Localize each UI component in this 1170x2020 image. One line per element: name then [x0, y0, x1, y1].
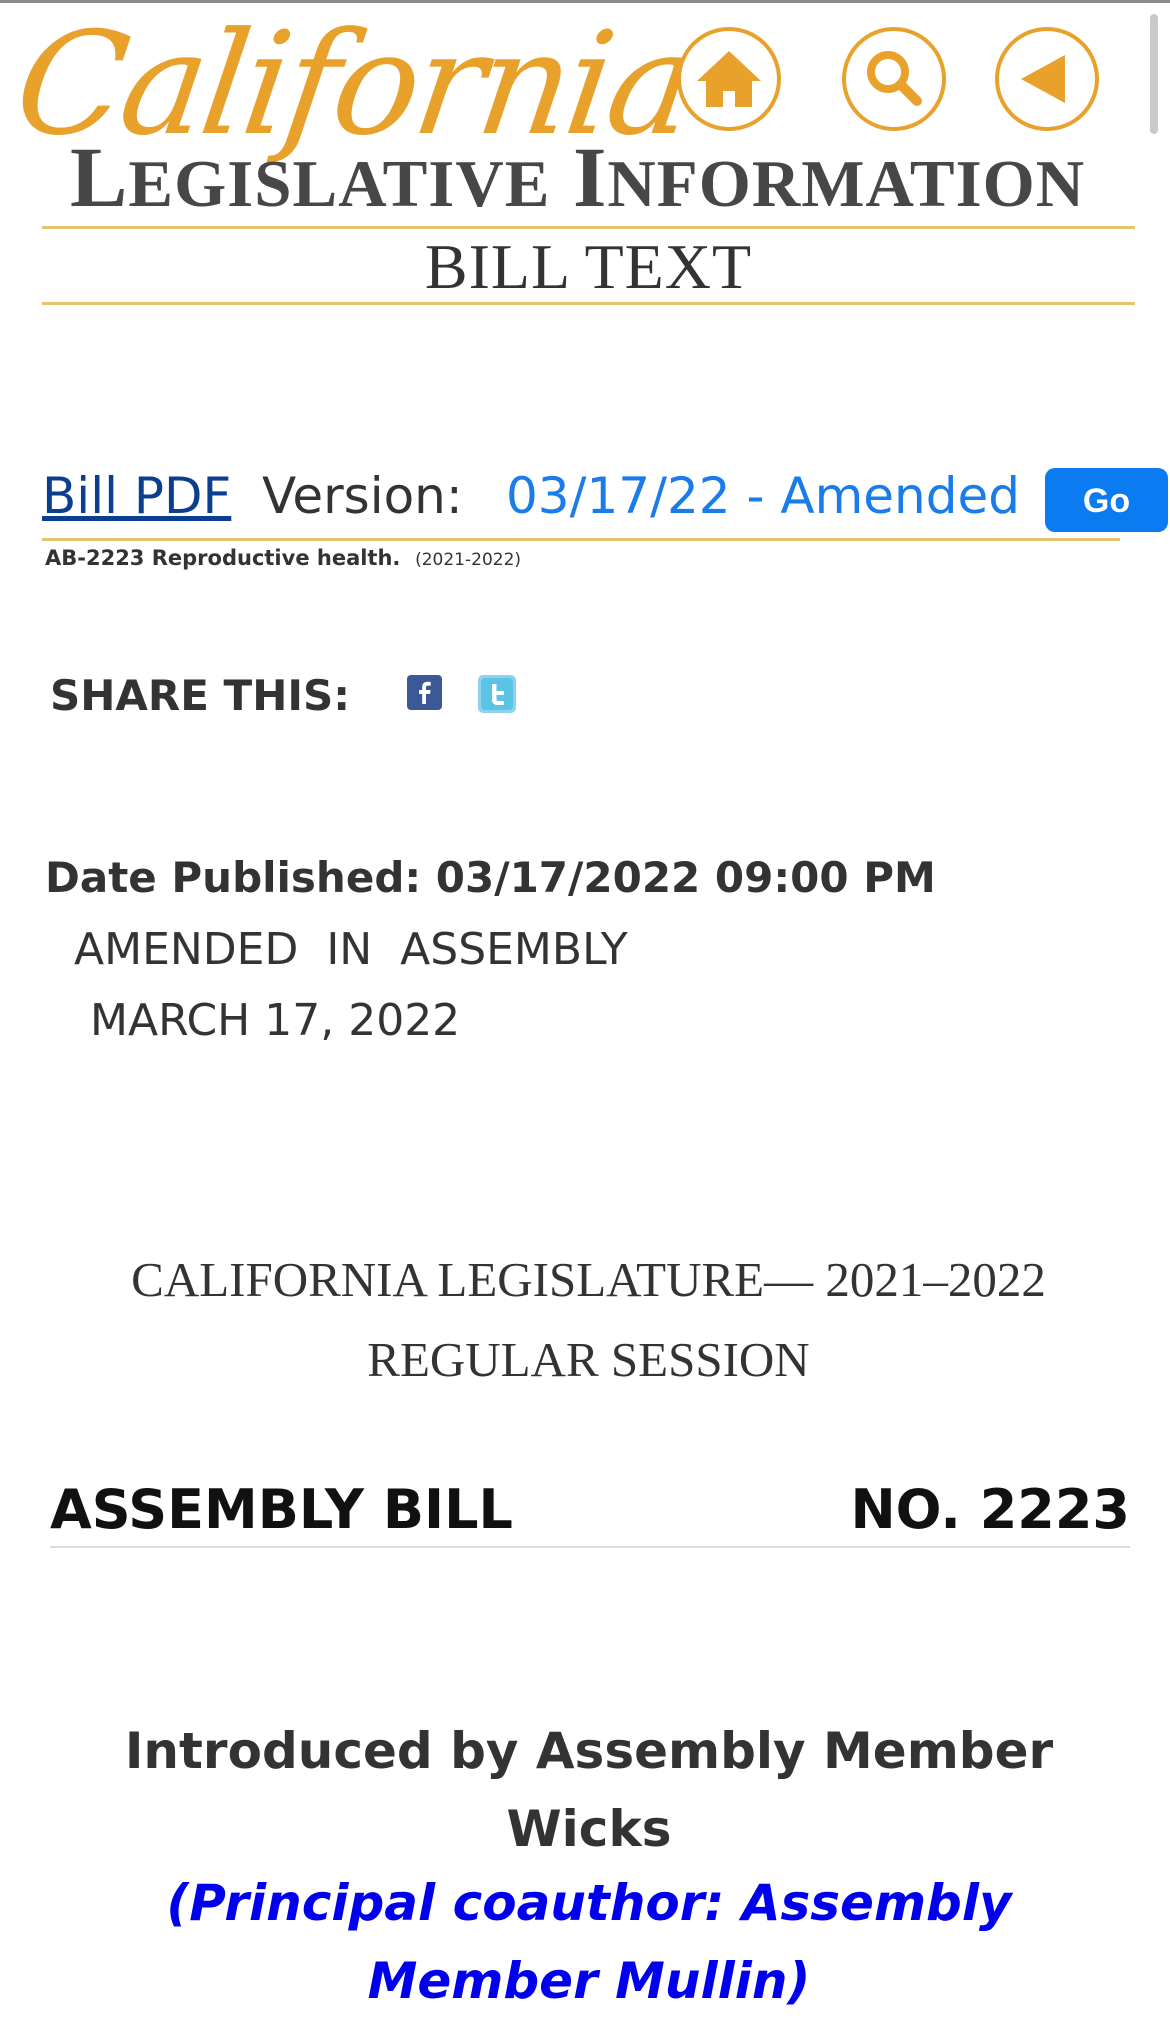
- introduced-line: Introduced by Assembly Member: [124, 1722, 1054, 1780]
- amended-date: MARCH 17, 2022: [90, 995, 461, 1046]
- search-icon: [867, 51, 922, 106]
- bill-title-line: AB-2223 Reproductive health. (2021-2022): [45, 544, 521, 572]
- version-select[interactable]: 03/17/22 - Amended: [506, 458, 1020, 534]
- version-divider: [42, 538, 1120, 541]
- site-logo-subtitle: LEGISLATIVE INFORMATION: [70, 129, 1086, 225]
- twitter-icon[interactable]: [478, 675, 516, 713]
- scrollbar[interactable]: [1150, 14, 1158, 134]
- facebook-icon[interactable]: [407, 675, 442, 710]
- principal-coauthor[interactable]: (Principal coauthor: Assembly Member Mul…: [60, 1864, 1118, 2020]
- introduced-by: Introduced by Assembly Member Wicks: [60, 1712, 1118, 1868]
- back-arrow-icon: [1021, 55, 1065, 103]
- go-button[interactable]: Go: [1045, 468, 1168, 532]
- search-button[interactable]: [842, 27, 946, 131]
- version-bar: Bill PDF Version: 03/17/22 - Amended Go: [42, 458, 1170, 534]
- section-title: BILL TEXT: [424, 231, 753, 302]
- home-button[interactable]: [677, 27, 781, 131]
- bill-pdf-link[interactable]: Bill PDF: [42, 458, 231, 534]
- bill-number-divider: [50, 1546, 1130, 1548]
- header-divider-bottom: [42, 302, 1135, 305]
- coauthor-name: Member Mullin): [367, 1952, 811, 2010]
- share-label: SHARE THIS:: [50, 671, 351, 720]
- back-button[interactable]: [995, 27, 1099, 131]
- amended-status: AMENDED IN ASSEMBLY: [74, 924, 628, 975]
- bill-number: NO. 2223: [850, 1478, 1130, 1541]
- author-name: Wicks: [506, 1800, 672, 1858]
- date-published: Date Published: 03/17/2022 09:00 PM: [45, 853, 936, 902]
- coauthor-line: (Principal coauthor: Assembly: [166, 1874, 1012, 1932]
- bill-type-label: ASSEMBLY BILL: [50, 1478, 513, 1541]
- bill-session: (2021-2022): [415, 550, 522, 570]
- legislature-line: CALIFORNIA LEGISLATURE— 2021–2022: [131, 1252, 1046, 1307]
- legislature-heading: CALIFORNIA LEGISLATURE— 2021–2022 REGULA…: [42, 1240, 1135, 1400]
- version-label: Version:: [262, 467, 463, 525]
- bill-number-row: ASSEMBLY BILL NO. 2223: [50, 1475, 1130, 1545]
- header-divider-top: [42, 226, 1135, 229]
- bill-title: AB-2223 Reproductive health.: [45, 546, 401, 570]
- home-icon: [697, 51, 761, 107]
- session-line: REGULAR SESSION: [367, 1332, 810, 1387]
